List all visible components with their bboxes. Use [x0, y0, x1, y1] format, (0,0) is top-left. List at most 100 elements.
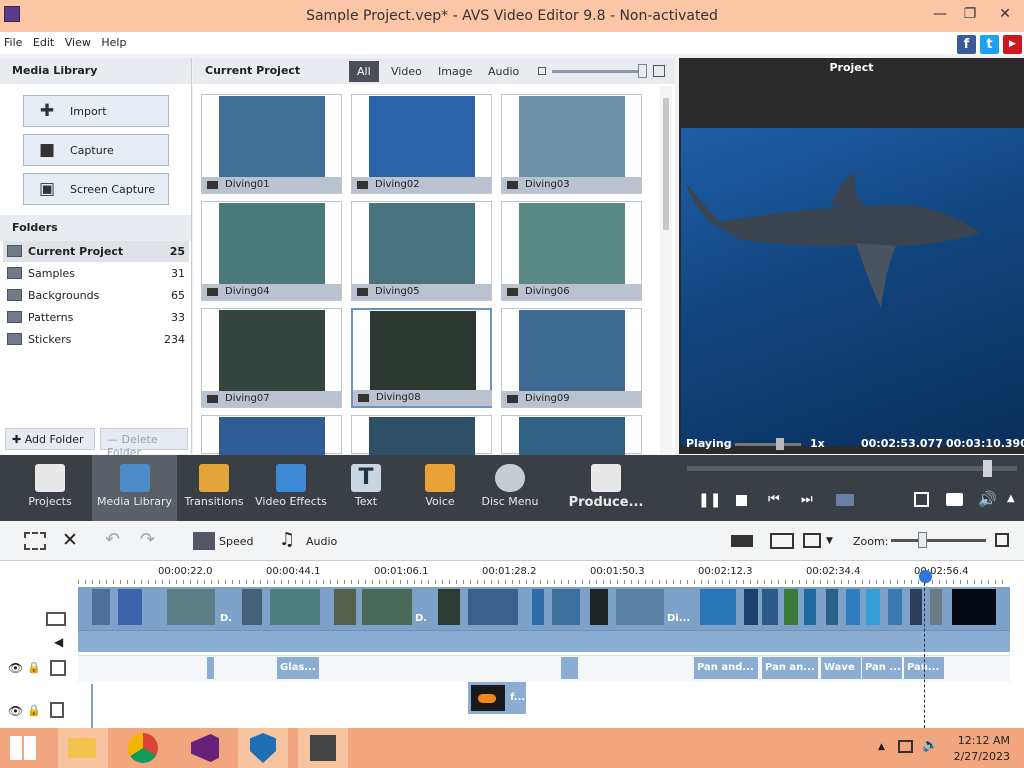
- playhead-handle[interactable]: [919, 570, 932, 583]
- media-library-button[interactable]: Media Library: [92, 455, 177, 521]
- trim-icon[interactable]: [24, 532, 46, 550]
- menu-view[interactable]: View: [61, 32, 94, 49]
- youtube-icon[interactable]: ▶: [1003, 35, 1022, 54]
- thumb-size-slider[interactable]: [552, 70, 646, 73]
- video-clip-thumbnail[interactable]: [784, 589, 798, 625]
- avs-editor-app[interactable]: [298, 728, 348, 768]
- clock-date[interactable]: 2/27/2023: [948, 750, 1010, 763]
- media-thumbnail[interactable]: Diving04: [201, 201, 342, 301]
- clock-time[interactable]: 12:12 AM: [952, 734, 1010, 747]
- scrollbar-thumb[interactable]: [663, 98, 669, 230]
- folder-stickers[interactable]: Stickers 234: [3, 329, 189, 350]
- more-arrow-icon[interactable]: ▲: [1007, 493, 1015, 504]
- audio-track[interactable]: [78, 630, 1010, 652]
- chrome-app[interactable]: [118, 728, 168, 768]
- delete-folder-button[interactable]: — Delete Folder: [100, 428, 188, 459]
- video-clip-thumbnail[interactable]: [167, 589, 215, 625]
- redo-icon[interactable]: ↷: [140, 529, 155, 550]
- effect-clip[interactable]: Glas...: [277, 657, 319, 679]
- facebook-icon[interactable]: f: [957, 35, 976, 54]
- media-thumbnail[interactable]: [501, 415, 642, 455]
- file-explorer-app[interactable]: [58, 728, 108, 768]
- transitions-button[interactable]: Transitions: [178, 455, 250, 521]
- speed-slider[interactable]: [735, 443, 801, 446]
- audio-settings-icon[interactable]: [770, 533, 794, 549]
- video-clip-thumbnail[interactable]: [468, 589, 518, 625]
- delete-icon[interactable]: ✕: [62, 529, 78, 551]
- close-button[interactable]: ✕: [990, 4, 1020, 24]
- thumb-size-handle[interactable]: [638, 64, 647, 78]
- menu-help[interactable]: Help: [97, 32, 129, 49]
- media-thumbnail[interactable]: Diving06: [501, 201, 642, 301]
- video-clip-thumbnail[interactable]: [826, 589, 838, 625]
- folder-samples[interactable]: Samples 31: [3, 263, 189, 284]
- mute-icon[interactable]: ◀: [54, 635, 63, 649]
- disc-menu-button[interactable]: Disc Menu: [478, 455, 542, 521]
- menu-edit[interactable]: Edit: [29, 32, 57, 49]
- tab-audio[interactable]: Audio: [480, 61, 527, 82]
- video-clip-thumbnail[interactable]: [532, 589, 544, 625]
- lock-icon[interactable]: 🔒: [27, 661, 41, 674]
- split-icon[interactable]: [731, 535, 753, 547]
- screen-capture-button[interactable]: ▣ Screen Capture: [23, 173, 169, 205]
- zoom-slider[interactable]: [891, 539, 986, 542]
- network-icon[interactable]: [898, 740, 913, 753]
- effect-clip[interactable]: Pan ...: [862, 657, 902, 679]
- maximize-button[interactable]: ❐: [955, 4, 985, 24]
- seek-handle[interactable]: [983, 460, 992, 477]
- media-scrollbar[interactable]: [660, 86, 672, 454]
- video-clip-thumbnail[interactable]: [438, 589, 460, 625]
- projects-button[interactable]: Projects: [10, 455, 90, 521]
- aspect-ratio-icon[interactable]: [803, 533, 821, 548]
- media-thumbnail[interactable]: Diving09: [501, 308, 642, 408]
- media-thumbnail[interactable]: Diving02: [351, 94, 492, 194]
- tray-volume-icon[interactable]: 🔊: [922, 738, 938, 753]
- security-app[interactable]: [238, 728, 288, 768]
- video-clip-thumbnail[interactable]: [334, 589, 356, 625]
- video-clip-thumbnail[interactable]: [910, 589, 922, 625]
- effect-block[interactable]: [207, 657, 214, 679]
- speed-handle[interactable]: [776, 438, 784, 450]
- effect-block[interactable]: [561, 657, 578, 679]
- video-clip-thumbnail[interactable]: [930, 589, 942, 625]
- tray-arrow-icon[interactable]: ▲: [878, 742, 885, 752]
- zoom-handle[interactable]: [918, 532, 927, 548]
- dropdown-arrow-icon[interactable]: ▼: [826, 536, 833, 546]
- video-clip-thumbnail[interactable]: [744, 589, 758, 625]
- video-clip-thumbnail[interactable]: [846, 589, 860, 625]
- effect-clip[interactable]: Pan and...: [694, 657, 758, 679]
- eye-icon[interactable]: 👁: [8, 704, 23, 718]
- pause-icon[interactable]: ❚❚: [698, 492, 721, 508]
- lock-icon[interactable]: 🔒: [27, 704, 41, 717]
- video-clip-thumbnail[interactable]: [118, 589, 142, 625]
- overlay-clip[interactable]: f...: [468, 682, 526, 714]
- media-thumbnail[interactable]: Diving03: [501, 94, 642, 194]
- audio-button[interactable]: Audio: [306, 535, 337, 548]
- video-clip-thumbnail[interactable]: [888, 589, 902, 625]
- next-frame-icon[interactable]: ⏭: [801, 492, 813, 507]
- video-clip-thumbnail[interactable]: [362, 589, 412, 625]
- video-clip-thumbnail[interactable]: [242, 589, 262, 625]
- split-screen-icon[interactable]: [836, 494, 854, 506]
- windows-start-icon[interactable]: [10, 736, 36, 760]
- snapshot-icon[interactable]: [946, 493, 963, 506]
- fullscreen-icon[interactable]: [914, 492, 929, 507]
- tab-image[interactable]: Image: [430, 61, 480, 82]
- media-thumbnail[interactable]: Diving01: [201, 94, 342, 194]
- video-clip-thumbnail[interactable]: [590, 589, 608, 625]
- add-folder-button[interactable]: ✚ Add Folder: [5, 428, 95, 450]
- folder-backgrounds[interactable]: Backgrounds 65: [3, 285, 189, 306]
- video-clip-thumbnail[interactable]: [616, 589, 664, 625]
- volume-icon[interactable]: 🔊: [978, 490, 997, 508]
- video-clip-thumbnail[interactable]: [804, 589, 816, 625]
- effect-clip[interactable]: Pan an...: [762, 657, 818, 679]
- eye-icon[interactable]: 👁: [8, 661, 23, 675]
- undo-icon[interactable]: ↶: [105, 529, 120, 550]
- twitter-icon[interactable]: t: [980, 35, 999, 54]
- menu-file[interactable]: File: [0, 32, 25, 49]
- media-thumbnail[interactable]: Diving05: [351, 201, 492, 301]
- video-clip-thumbnail[interactable]: [552, 589, 580, 625]
- media-thumbnail[interactable]: [351, 415, 492, 455]
- tab-video[interactable]: Video: [383, 61, 430, 82]
- video-clip-thumbnail[interactable]: [270, 589, 320, 625]
